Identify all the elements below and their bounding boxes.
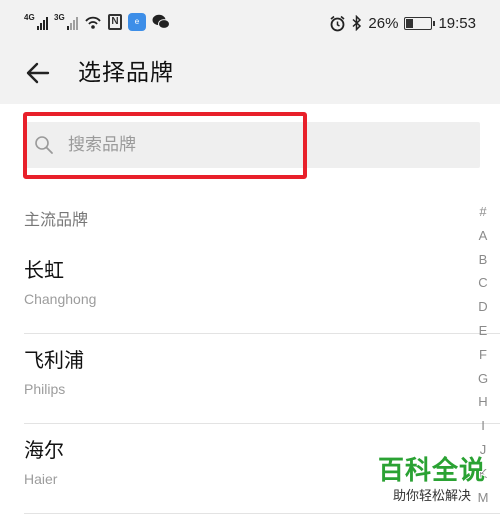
sim2-network-type: 3G	[54, 13, 65, 22]
index-letter[interactable]: C	[478, 271, 487, 295]
watermark: 百科全说 助你轻松解决	[368, 454, 496, 506]
status-bar-right: 26% 19:53	[329, 12, 476, 34]
index-letter[interactable]: F	[479, 343, 487, 367]
app-header: 选择品牌	[0, 44, 500, 104]
signal-icon: 3G	[54, 13, 78, 30]
index-letter[interactable]: H	[478, 390, 487, 414]
list-item-philips[interactable]: 飞利浦 Philips	[24, 336, 500, 424]
search-icon	[35, 136, 53, 154]
page-title: 选择品牌	[78, 60, 174, 86]
battery-icon	[404, 16, 436, 30]
divider	[24, 333, 500, 334]
list-item-changhong[interactable]: 长虹 Changhong	[24, 246, 500, 334]
index-letter[interactable]: E	[479, 319, 488, 343]
clock: 19:53	[438, 14, 476, 32]
watermark-subtitle: 助你轻松解决	[392, 489, 471, 504]
status-bar-left: 4G 3G N e	[24, 12, 170, 32]
bluetooth-icon	[352, 15, 362, 31]
index-letter[interactable]: I	[481, 414, 485, 438]
signal-icon: 4G	[24, 13, 48, 30]
arrow-left-icon[interactable]	[22, 56, 56, 90]
battery-percent: 26%	[368, 14, 399, 32]
watermark-title: 百科全说	[377, 456, 486, 486]
brand-list-screen: 搜索品牌 主流品牌 长虹 Changhong 飞利浦 Philips 海尔 Ha…	[0, 104, 500, 517]
brand-pinyin: Changhong	[24, 291, 97, 307]
index-letter[interactable]: D	[478, 295, 487, 319]
section-title: 主流品牌	[24, 210, 89, 229]
index-letter[interactable]: B	[479, 248, 488, 272]
brand-pinyin: Philips	[24, 381, 66, 397]
wifi-icon	[85, 16, 101, 29]
brand-pinyin: Haier	[24, 471, 58, 487]
nfc-icon: N	[108, 14, 122, 30]
index-letter[interactable]: G	[478, 367, 488, 391]
divider	[24, 423, 500, 424]
alarm-icon	[330, 15, 345, 31]
status-bar: 4G 3G N e 26% 19:53	[0, 0, 500, 44]
search-placeholder: 搜索品牌	[68, 135, 136, 155]
wechat-icon	[152, 14, 170, 29]
battery-level-fill	[406, 18, 414, 28]
brand-name: 海尔	[24, 438, 64, 462]
search-input[interactable]: 搜索品牌	[24, 122, 480, 168]
brand-name: 飞利浦	[24, 348, 84, 372]
app-badge-icon: e	[128, 13, 146, 31]
sim1-network-type: 4G	[24, 13, 35, 22]
divider	[24, 513, 500, 514]
brand-name: 长虹	[24, 258, 64, 282]
index-letter[interactable]: #	[479, 200, 486, 224]
index-letter[interactable]: A	[479, 224, 488, 248]
